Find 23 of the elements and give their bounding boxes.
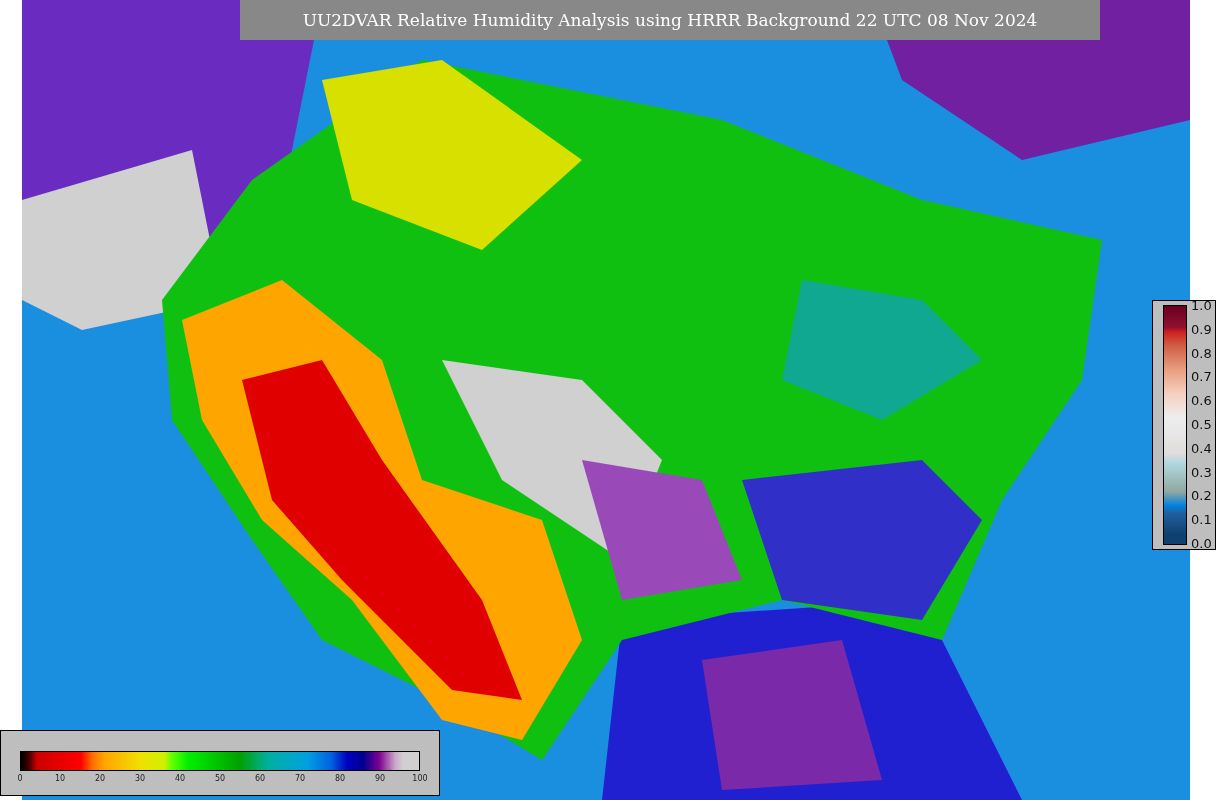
- tick-label: 90: [374, 774, 386, 783]
- tick-label: 0.7: [1191, 371, 1212, 384]
- tick-label: 20: [94, 774, 106, 783]
- tick-label: 0.4: [1191, 442, 1212, 455]
- map-title: UU2DVAR Relative Humidity Analysis using HRRR Background 22 UTC 08 Nov 2024: [240, 0, 1100, 40]
- tick-label: 50: [214, 774, 226, 783]
- tick-label: 70: [294, 774, 306, 783]
- tick-label: 0.6: [1191, 395, 1212, 408]
- tick-label: 0.9: [1191, 323, 1212, 336]
- tick-label: 60: [254, 774, 266, 783]
- tick-label: 0.2: [1191, 490, 1212, 503]
- tick-label: 40: [174, 774, 186, 783]
- tick-label: 0.0: [1191, 537, 1212, 550]
- tick-label: 0.8: [1191, 347, 1212, 360]
- tick-label: 10: [54, 774, 66, 783]
- tick-label: 0.3: [1191, 466, 1212, 479]
- tick-label: 100: [412, 774, 428, 783]
- tick-label: 0.1: [1191, 514, 1212, 527]
- tick-label: 30: [134, 774, 146, 783]
- tick-label: 0: [17, 774, 23, 783]
- tick-label: 1.0: [1191, 300, 1212, 312]
- tick-label: 0.5: [1191, 419, 1212, 431]
- tick-label: 80: [334, 774, 346, 783]
